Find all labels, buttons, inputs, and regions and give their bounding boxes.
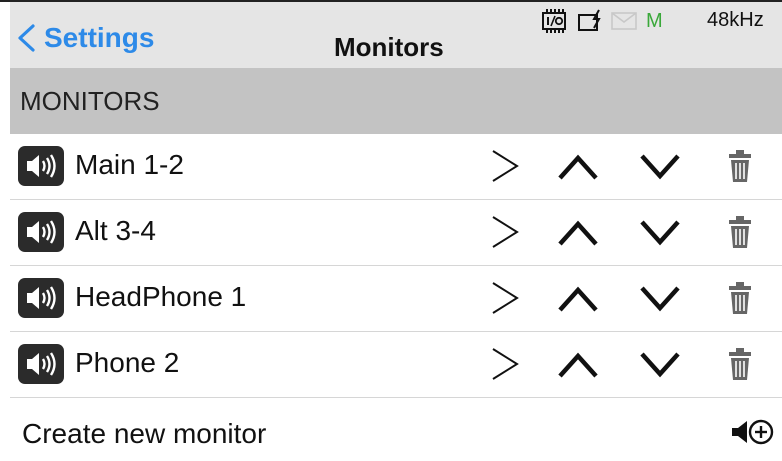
nav-header: Settings Monitors M 48kHz [10, 2, 782, 68]
move-up-icon[interactable] [556, 148, 600, 184]
create-monitor-row[interactable]: Create new monitor [10, 400, 782, 461]
back-button[interactable]: Settings [16, 20, 154, 56]
status-bar: M 48kHz [540, 6, 764, 36]
move-down-icon[interactable] [638, 346, 682, 382]
trash-icon[interactable] [727, 280, 753, 316]
chevron-right-icon[interactable] [490, 280, 520, 316]
speaker-icon [18, 278, 64, 318]
section-header: MONITORS [10, 68, 782, 134]
monitor-name: Alt 3-4 [75, 215, 156, 246]
monitor-row[interactable]: Main 1-2 [10, 134, 782, 200]
move-up-icon[interactable] [556, 346, 600, 382]
back-label: Settings [44, 22, 155, 53]
move-down-icon[interactable] [638, 214, 682, 250]
sample-rate: 48kHz [707, 9, 764, 31]
monitor-row[interactable]: HeadPhone 1 [10, 266, 782, 332]
trash-icon[interactable] [727, 346, 753, 382]
move-down-icon[interactable] [638, 148, 682, 184]
move-up-icon[interactable] [556, 280, 600, 316]
trash-icon[interactable] [727, 214, 753, 250]
move-down-icon[interactable] [638, 280, 682, 316]
move-up-icon[interactable] [556, 214, 600, 250]
monitor-name: Phone 2 [75, 347, 180, 378]
monitor-name: HeadPhone 1 [75, 281, 247, 312]
io-chip-icon [542, 9, 566, 33]
monitor-row[interactable]: Alt 3-4 [10, 200, 782, 266]
page-title: Monitors [334, 32, 444, 62]
trash-icon[interactable] [727, 148, 753, 184]
mail-icon [611, 12, 637, 30]
speaker-icon [18, 344, 64, 384]
add-speaker-icon[interactable] [730, 417, 776, 447]
create-monitor-button[interactable]: Create new monitor [22, 418, 266, 450]
speaker-icon [18, 146, 64, 186]
monitor-name: Main 1-2 [75, 149, 184, 180]
chevron-right-icon[interactable] [490, 346, 520, 382]
speaker-icon [18, 212, 64, 252]
chevron-left-icon [18, 24, 35, 52]
chevron-right-icon[interactable] [490, 148, 520, 184]
chevron-right-icon[interactable] [490, 214, 520, 250]
status-indicator: M [646, 9, 663, 32]
battery-charge-icon [578, 9, 601, 31]
monitor-row[interactable]: Phone 2 [10, 332, 782, 398]
section-label: MONITORS [20, 85, 160, 116]
